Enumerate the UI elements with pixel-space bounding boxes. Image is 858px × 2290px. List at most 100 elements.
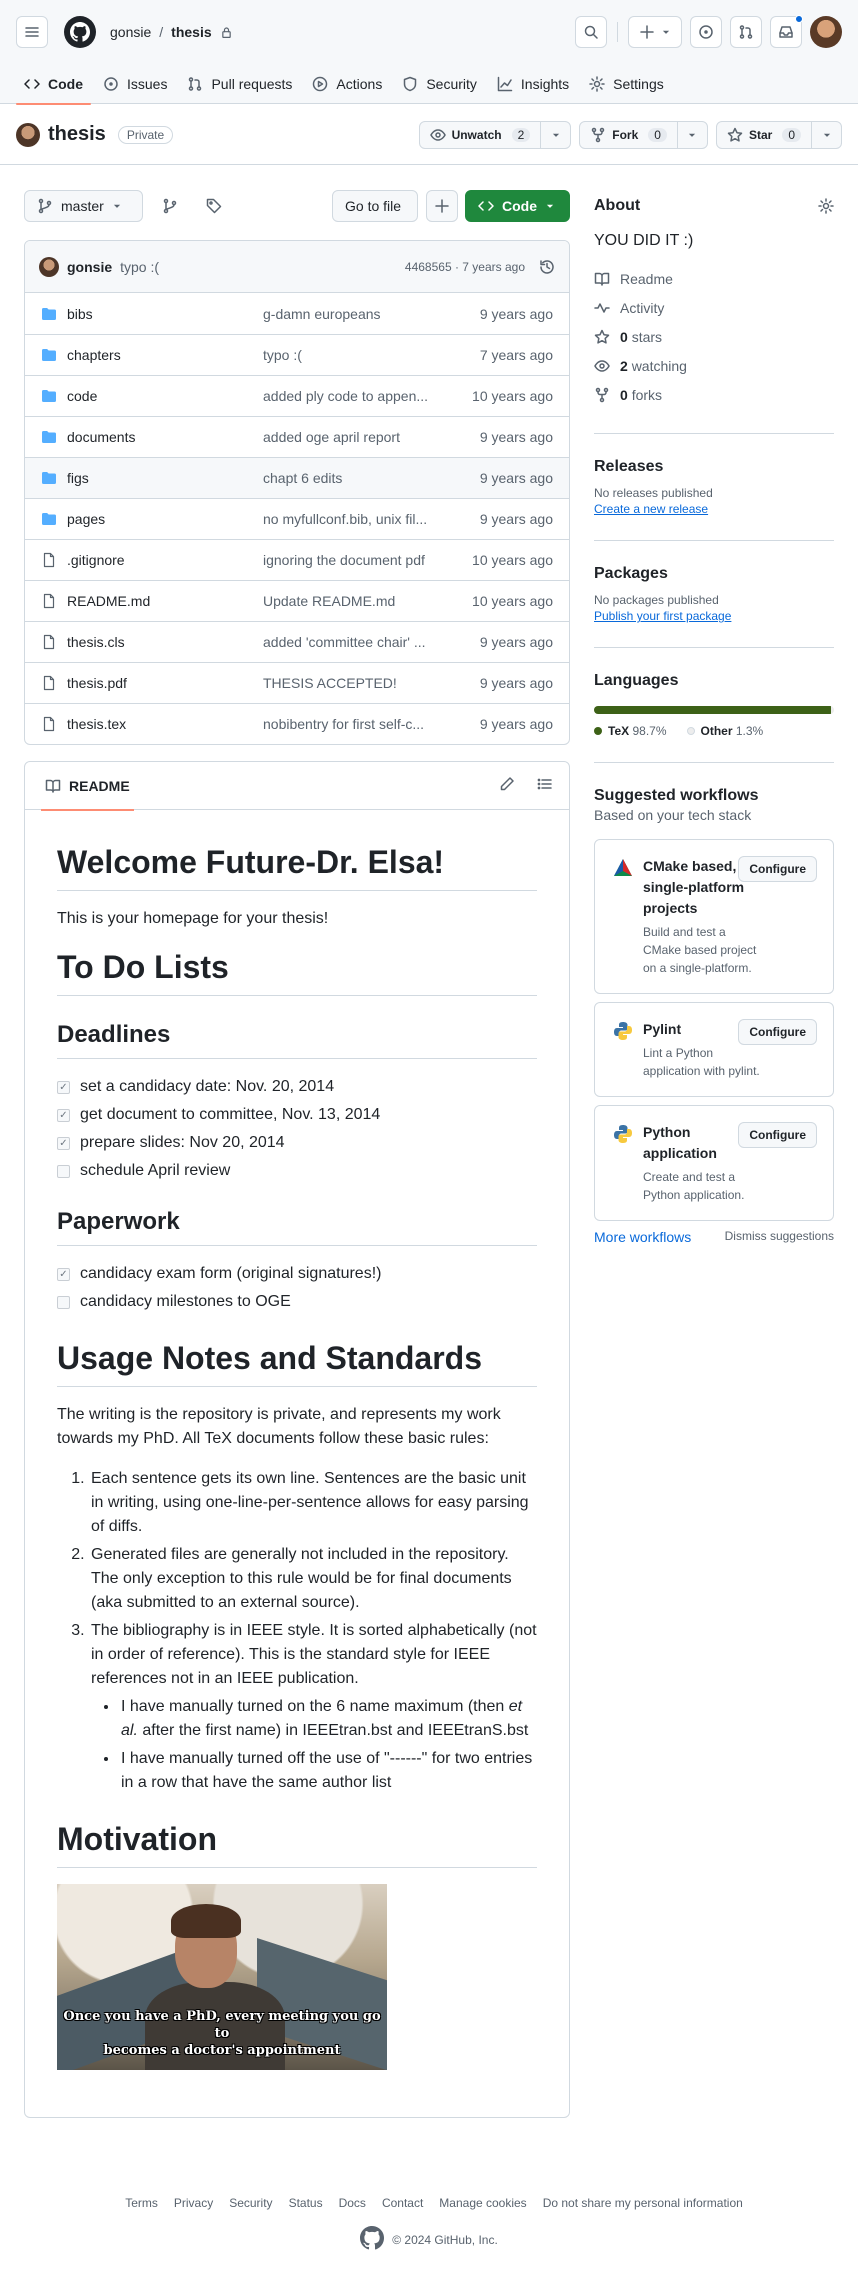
tab-code[interactable]: Code	[16, 64, 91, 105]
tab-pull-requests[interactable]: Pull requests	[179, 64, 300, 104]
star-button[interactable]: Star 0	[717, 122, 811, 148]
file-row[interactable]: chapters typo :(7 years ago	[25, 334, 569, 375]
pull-requests-button[interactable]	[730, 16, 762, 48]
stars-link[interactable]: 0 stars	[594, 322, 834, 351]
file-commit-message[interactable]: nobibentry for first self-c...	[263, 716, 448, 732]
go-to-file-button[interactable]: Go to file	[332, 190, 418, 222]
footer-link[interactable]: Docs	[339, 2196, 366, 2210]
file-name[interactable]: README.md	[67, 593, 263, 609]
owner-link[interactable]: gonsie	[110, 24, 151, 40]
forks-link[interactable]: 0 forks	[594, 380, 834, 409]
commit-author-avatar[interactable]	[39, 256, 59, 277]
create-release-link[interactable]: Create a new release	[594, 502, 708, 516]
commit-message[interactable]: typo :(	[120, 259, 159, 275]
footer-link[interactable]: Security	[229, 2196, 272, 2210]
footer-link[interactable]: Manage cookies	[439, 2196, 526, 2210]
file-commit-message[interactable]: added 'committee chair' ...	[263, 634, 448, 650]
fork-dropdown[interactable]	[676, 122, 707, 148]
file-row[interactable]: pages no myfullconf.bib, unix fil... 9 yea…	[25, 498, 569, 539]
menu-button[interactable]	[16, 16, 48, 48]
releases-heading[interactable]: Releases	[594, 458, 834, 476]
footer-link[interactable]: Status	[289, 2196, 323, 2210]
configure-button[interactable]: Configure	[738, 1122, 817, 1148]
file-row[interactable]: thesis.cls added 'committee chair' ... 9 y…	[25, 621, 569, 662]
file-row[interactable]: README.md Update README.md 10 years ago	[25, 580, 569, 621]
file-row[interactable]: bibs g-damn europeans 9 years ago	[25, 293, 569, 334]
more-workflows-link[interactable]: More workflows	[594, 1229, 691, 1245]
file-commit-message[interactable]: THESIS ACCEPTED!	[263, 675, 448, 691]
history-icon[interactable]	[539, 259, 555, 275]
gear-icon[interactable]	[818, 198, 834, 214]
global-header: gonsie / thesis	[0, 0, 858, 64]
file-name[interactable]: thesis.tex	[67, 716, 263, 732]
footer-link[interactable]: Contact	[382, 2196, 423, 2210]
file-commit-message[interactable]: Update README.md	[263, 593, 448, 609]
file-name[interactable]: bibs	[67, 306, 263, 322]
readme-tab[interactable]: README	[41, 762, 134, 811]
dismiss-suggestions-button[interactable]: Dismiss suggestions	[725, 1229, 834, 1245]
footer-link[interactable]: Terms	[125, 2196, 158, 2210]
file-row[interactable]: figs chapt 6 edits 9 years ago	[25, 457, 569, 498]
fork-button[interactable]: Fork 0	[580, 122, 677, 148]
list-unordered-icon[interactable]	[537, 776, 553, 792]
github-logo[interactable]	[64, 16, 96, 48]
footer-link[interactable]: Do not share my personal information	[543, 2196, 743, 2210]
tab-settings[interactable]: Settings	[581, 64, 672, 104]
commit-hash-age[interactable]: 4468565 · 7 years ago	[405, 260, 525, 274]
footer-link[interactable]: Privacy	[174, 2196, 213, 2210]
file-commit-message[interactable]: added ply code to appen...	[263, 388, 448, 404]
file-name[interactable]: pages	[67, 511, 263, 527]
watch-dropdown[interactable]	[540, 122, 570, 148]
branches-icon[interactable]	[162, 198, 178, 214]
file-name[interactable]: chapters	[67, 347, 263, 363]
file-name[interactable]: code	[67, 388, 263, 404]
configure-button[interactable]: Configure	[738, 1019, 817, 1045]
tag-icon[interactable]	[206, 198, 222, 214]
language-percent: 98.7%	[632, 724, 667, 738]
file-commit-message[interactable]: no myfullconf.bib, unix fil...	[263, 511, 448, 527]
repo-title[interactable]: thesis	[48, 123, 106, 146]
star-dropdown[interactable]	[811, 122, 841, 148]
unwatch-button[interactable]: Unwatch 2	[420, 122, 541, 148]
file-commit-message[interactable]: chapt 6 edits	[263, 470, 448, 486]
repo-link[interactable]: thesis	[171, 24, 211, 40]
tab-insights[interactable]: Insights	[489, 64, 577, 104]
file-commit-message[interactable]: typo :(	[263, 347, 448, 363]
file-name[interactable]: .gitignore	[67, 552, 263, 568]
readme-link[interactable]: Readme	[594, 264, 834, 293]
file-name[interactable]: figs	[67, 470, 263, 486]
activity-link[interactable]: Activity	[594, 293, 834, 322]
file-row[interactable]: documents added oge april report 9 years a…	[25, 416, 569, 457]
user-avatar[interactable]	[810, 16, 842, 48]
file-name[interactable]: thesis.cls	[67, 634, 263, 650]
file-row[interactable]: .gitignore ignoring the document pdf 10 ye…	[25, 539, 569, 580]
file-row[interactable]: thesis.pdf THESIS ACCEPTED! 9 years ago	[25, 662, 569, 703]
file-commit-message[interactable]: g-damn europeans	[263, 306, 448, 322]
branch-selector[interactable]: master	[24, 190, 143, 222]
publish-package-link[interactable]: Publish your first package	[594, 609, 731, 623]
code-button[interactable]: Code	[465, 190, 570, 222]
tab-security[interactable]: Security	[394, 64, 485, 104]
file-name[interactable]: documents	[67, 429, 263, 445]
issues-button[interactable]	[690, 16, 722, 48]
file-name[interactable]: thesis.pdf	[67, 675, 263, 691]
packages-heading[interactable]: Packages	[594, 565, 834, 583]
language-item[interactable]: Other 1.3%	[686, 724, 763, 738]
tab-actions[interactable]: Actions	[304, 64, 390, 104]
search-button[interactable]	[575, 16, 607, 48]
create-new-button[interactable]	[628, 16, 682, 48]
pencil-icon[interactable]	[499, 776, 515, 792]
configure-button[interactable]: Configure	[738, 856, 817, 882]
motivation-image[interactable]: Once you have a PhD, every meeting you g…	[57, 1884, 387, 2070]
file-row[interactable]: code added ply code to appen... 10 years a…	[25, 375, 569, 416]
owner-avatar[interactable]	[16, 122, 40, 147]
commit-author[interactable]: gonsie	[67, 259, 112, 275]
language-item[interactable]: TeX 98.7%	[594, 724, 667, 738]
inbox-button[interactable]	[770, 15, 803, 48]
file-commit-message[interactable]: added oge april report	[263, 429, 448, 445]
tab-issues[interactable]: Issues	[95, 64, 175, 104]
watching-link[interactable]: 2 watching	[594, 351, 834, 380]
file-row[interactable]: thesis.tex nobibentry for first self-c...…	[25, 703, 569, 744]
file-commit-message[interactable]: ignoring the document pdf	[263, 552, 448, 568]
add-file-button[interactable]	[426, 190, 458, 222]
